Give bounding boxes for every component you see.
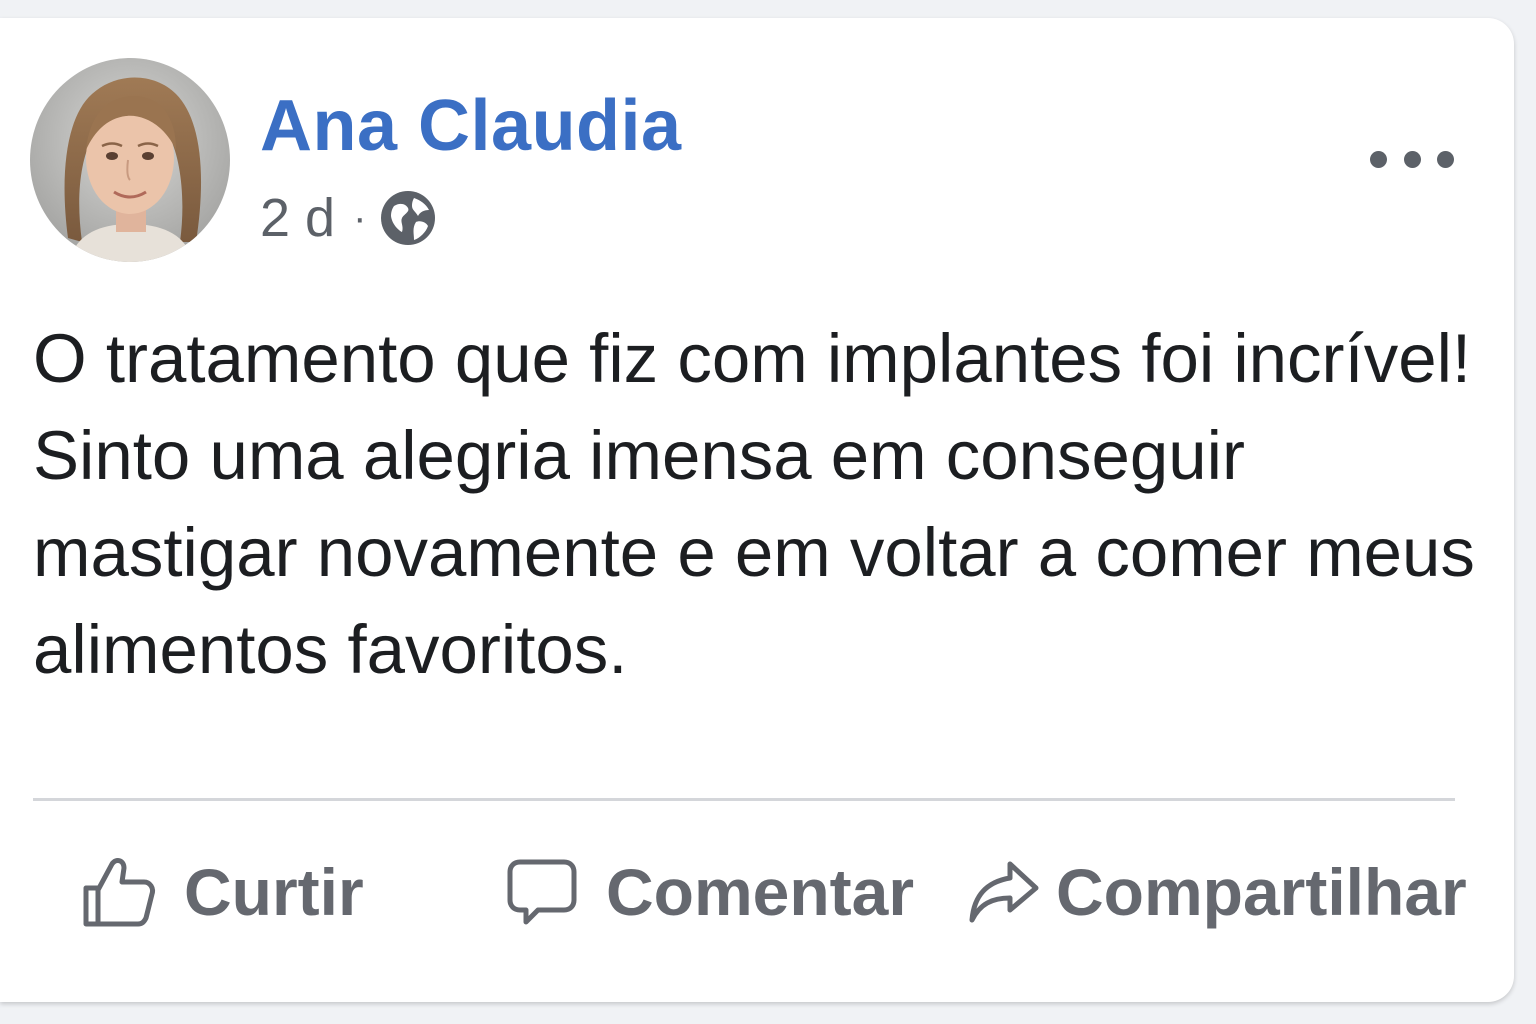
comment-bubble-icon: [507, 859, 577, 925]
share-button[interactable]: Compartilhar: [968, 844, 1467, 940]
meta-separator: ·: [353, 195, 367, 240]
more-options-icon[interactable]: [1370, 134, 1454, 184]
avatar[interactable]: [30, 58, 230, 262]
like-label: Curtir: [184, 855, 364, 929]
divider: [33, 798, 1455, 801]
profile-photo: [30, 58, 230, 262]
comment-button[interactable]: Comentar: [506, 844, 914, 940]
post-time[interactable]: 2 d: [260, 187, 335, 249]
post-text: O tratamento que fiz com implantes foi i…: [33, 320, 1475, 688]
comment-label: Comentar: [606, 855, 915, 929]
like-button[interactable]: Curtir: [80, 844, 364, 940]
post-card: Ana Claudia 2 d · O tratamento que fiz c…: [0, 18, 1514, 1002]
share-arrow-icon: [969, 861, 1039, 923]
globe-icon[interactable]: [380, 190, 436, 246]
thumbs-up-icon: [83, 858, 155, 927]
author-name[interactable]: Ana Claudia: [260, 90, 682, 162]
post-meta: 2 d ·: [260, 187, 436, 249]
share-label: Compartilhar: [1056, 855, 1467, 929]
